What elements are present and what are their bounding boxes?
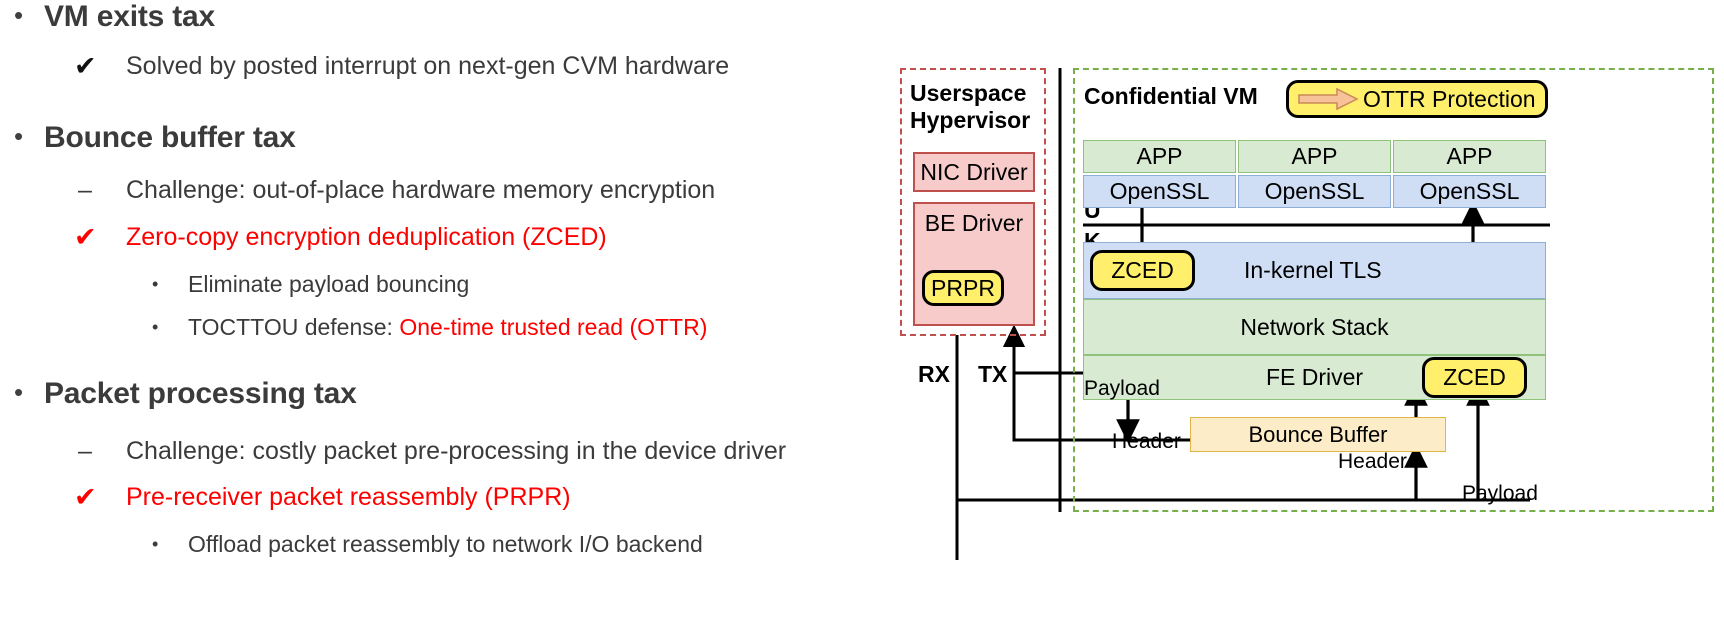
bullet-marker: •	[14, 377, 24, 407]
be-driver-box: BE Driver	[913, 202, 1035, 326]
app-box-3: APP	[1393, 140, 1546, 173]
bounce-buffer-label: Bounce Buffer	[1248, 421, 1388, 447]
in-kernel-tls-label: In-kernel TLS	[1244, 257, 1382, 283]
ottr-legend: OTTR Protection	[1286, 80, 1548, 118]
bullet-text: Bounce buffer tax	[44, 121, 296, 154]
openssl-label: OpenSSL	[1109, 178, 1210, 204]
bullet-solved-posted-interrupt: ✔ Solved by posted interrupt on next-gen…	[74, 49, 729, 83]
openssl-box-3: OpenSSL	[1393, 175, 1546, 208]
bullet-zced: ✔ Zero-copy encryption deduplication (ZC…	[74, 220, 607, 254]
bullet-text: Zero-copy encryption deduplication (ZCED…	[126, 223, 607, 251]
bounce-buffer-box: Bounce Buffer	[1190, 417, 1446, 452]
bullet-bounce-buffer-tax: • Bounce buffer tax	[0, 119, 296, 157]
prpr-pill: PRPR	[922, 270, 1004, 306]
network-stack-label: Network Stack	[1240, 313, 1389, 340]
bullet-marker: •	[152, 317, 159, 337]
architecture-diagram: Userspace Hypervisor NIC Driver BE Drive…	[890, 0, 1724, 638]
bullet-text: Packet processing tax	[44, 377, 357, 410]
slide-content: • VM exits tax ✔ Solved by posted interr…	[0, 0, 950, 638]
bullet-offload-packet-reassembly: • Offload packet reassembly to network I…	[144, 528, 703, 560]
openssl-box-1: OpenSSL	[1083, 175, 1236, 208]
arrow-right-icon	[1298, 87, 1359, 111]
bullet-vm-exits-tax: • VM exits tax	[0, 0, 215, 36]
ottr-legend-label: OTTR Protection	[1363, 85, 1536, 112]
bullet-text: Challenge: out-of-place hardware memory …	[126, 176, 716, 204]
bullet-marker: •	[14, 121, 24, 151]
hypervisor-title-line1: Userspace	[910, 80, 1027, 106]
bullet-text-plain: TOCTTOU defense:	[188, 314, 400, 340]
check-icon: ✔	[74, 482, 97, 512]
bullet-text: Challenge: costly packet pre-processing …	[126, 437, 787, 465]
bullet-marker: •	[152, 274, 159, 294]
bullet-challenge-out-of-place: – Challenge: out-of-place hardware memor…	[74, 173, 715, 207]
zced-label: ZCED	[1443, 364, 1506, 390]
app-label: APP	[1291, 143, 1338, 169]
hypervisor-title: Userspace Hypervisor	[910, 80, 1040, 134]
be-driver-label: BE Driver	[924, 210, 1024, 236]
fe-driver-label: FE Driver	[1265, 364, 1364, 390]
bullet-eliminate-payload-bouncing: • Eliminate payload bouncing	[144, 268, 469, 300]
header-label-right: Header	[1338, 450, 1407, 473]
bullet-tocttou-defense: • TOCTTOU defense: One-time trusted read…	[144, 311, 707, 343]
nic-driver-label: NIC Driver	[920, 158, 1028, 185]
payload-label-left: Payload	[1084, 377, 1160, 400]
openssl-label: OpenSSL	[1419, 178, 1520, 204]
tx-label: TX	[978, 361, 1008, 387]
prpr-label: PRPR	[931, 274, 995, 301]
openssl-label: OpenSSL	[1264, 178, 1365, 204]
dash-marker: –	[78, 176, 92, 204]
nic-driver-box: NIC Driver	[913, 152, 1035, 192]
bullet-text: TOCTTOU defense: One-time trusted read (…	[188, 311, 707, 343]
payload-label-right: Payload	[1462, 482, 1538, 505]
bullet-text: Eliminate payload bouncing	[188, 271, 470, 297]
hypervisor-title-line2: Hypervisor	[910, 107, 1031, 133]
header-label-left: Header	[1112, 430, 1181, 453]
bullet-challenge-costly-packet: – Challenge: costly packet pre-processin…	[74, 434, 786, 468]
bullet-text: VM exits tax	[44, 0, 216, 33]
bullet-text-highlight: One-time trusted read (OTTR)	[399, 314, 708, 340]
cvm-title: Confidential VM	[1084, 83, 1258, 109]
bullet-text: Pre-receiver packet reassembly (PRPR)	[126, 483, 571, 511]
bullet-text: Solved by posted interrupt on next-gen C…	[126, 52, 730, 80]
check-icon: ✔	[74, 222, 97, 252]
app-box-2: APP	[1238, 140, 1391, 173]
rx-label: RX	[918, 361, 950, 387]
bullet-marker: •	[14, 0, 24, 30]
bullet-packet-processing-tax: • Packet processing tax	[0, 375, 357, 413]
app-label: APP	[1136, 143, 1183, 169]
app-label: APP	[1446, 143, 1493, 169]
network-stack-box: Network Stack	[1083, 299, 1546, 355]
zced-pill-top: ZCED	[1090, 250, 1195, 291]
zced-label: ZCED	[1111, 257, 1174, 283]
zced-pill-bottom: ZCED	[1422, 357, 1527, 398]
dash-marker: –	[78, 437, 92, 465]
bullet-text: Offload packet reassembly to network I/O…	[188, 531, 703, 557]
app-box-1: APP	[1083, 140, 1236, 173]
bullet-marker: •	[152, 534, 159, 554]
bullet-prpr: ✔ Pre-receiver packet reassembly (PRPR)	[74, 480, 571, 514]
check-icon: ✔	[74, 51, 97, 81]
openssl-box-2: OpenSSL	[1238, 175, 1391, 208]
